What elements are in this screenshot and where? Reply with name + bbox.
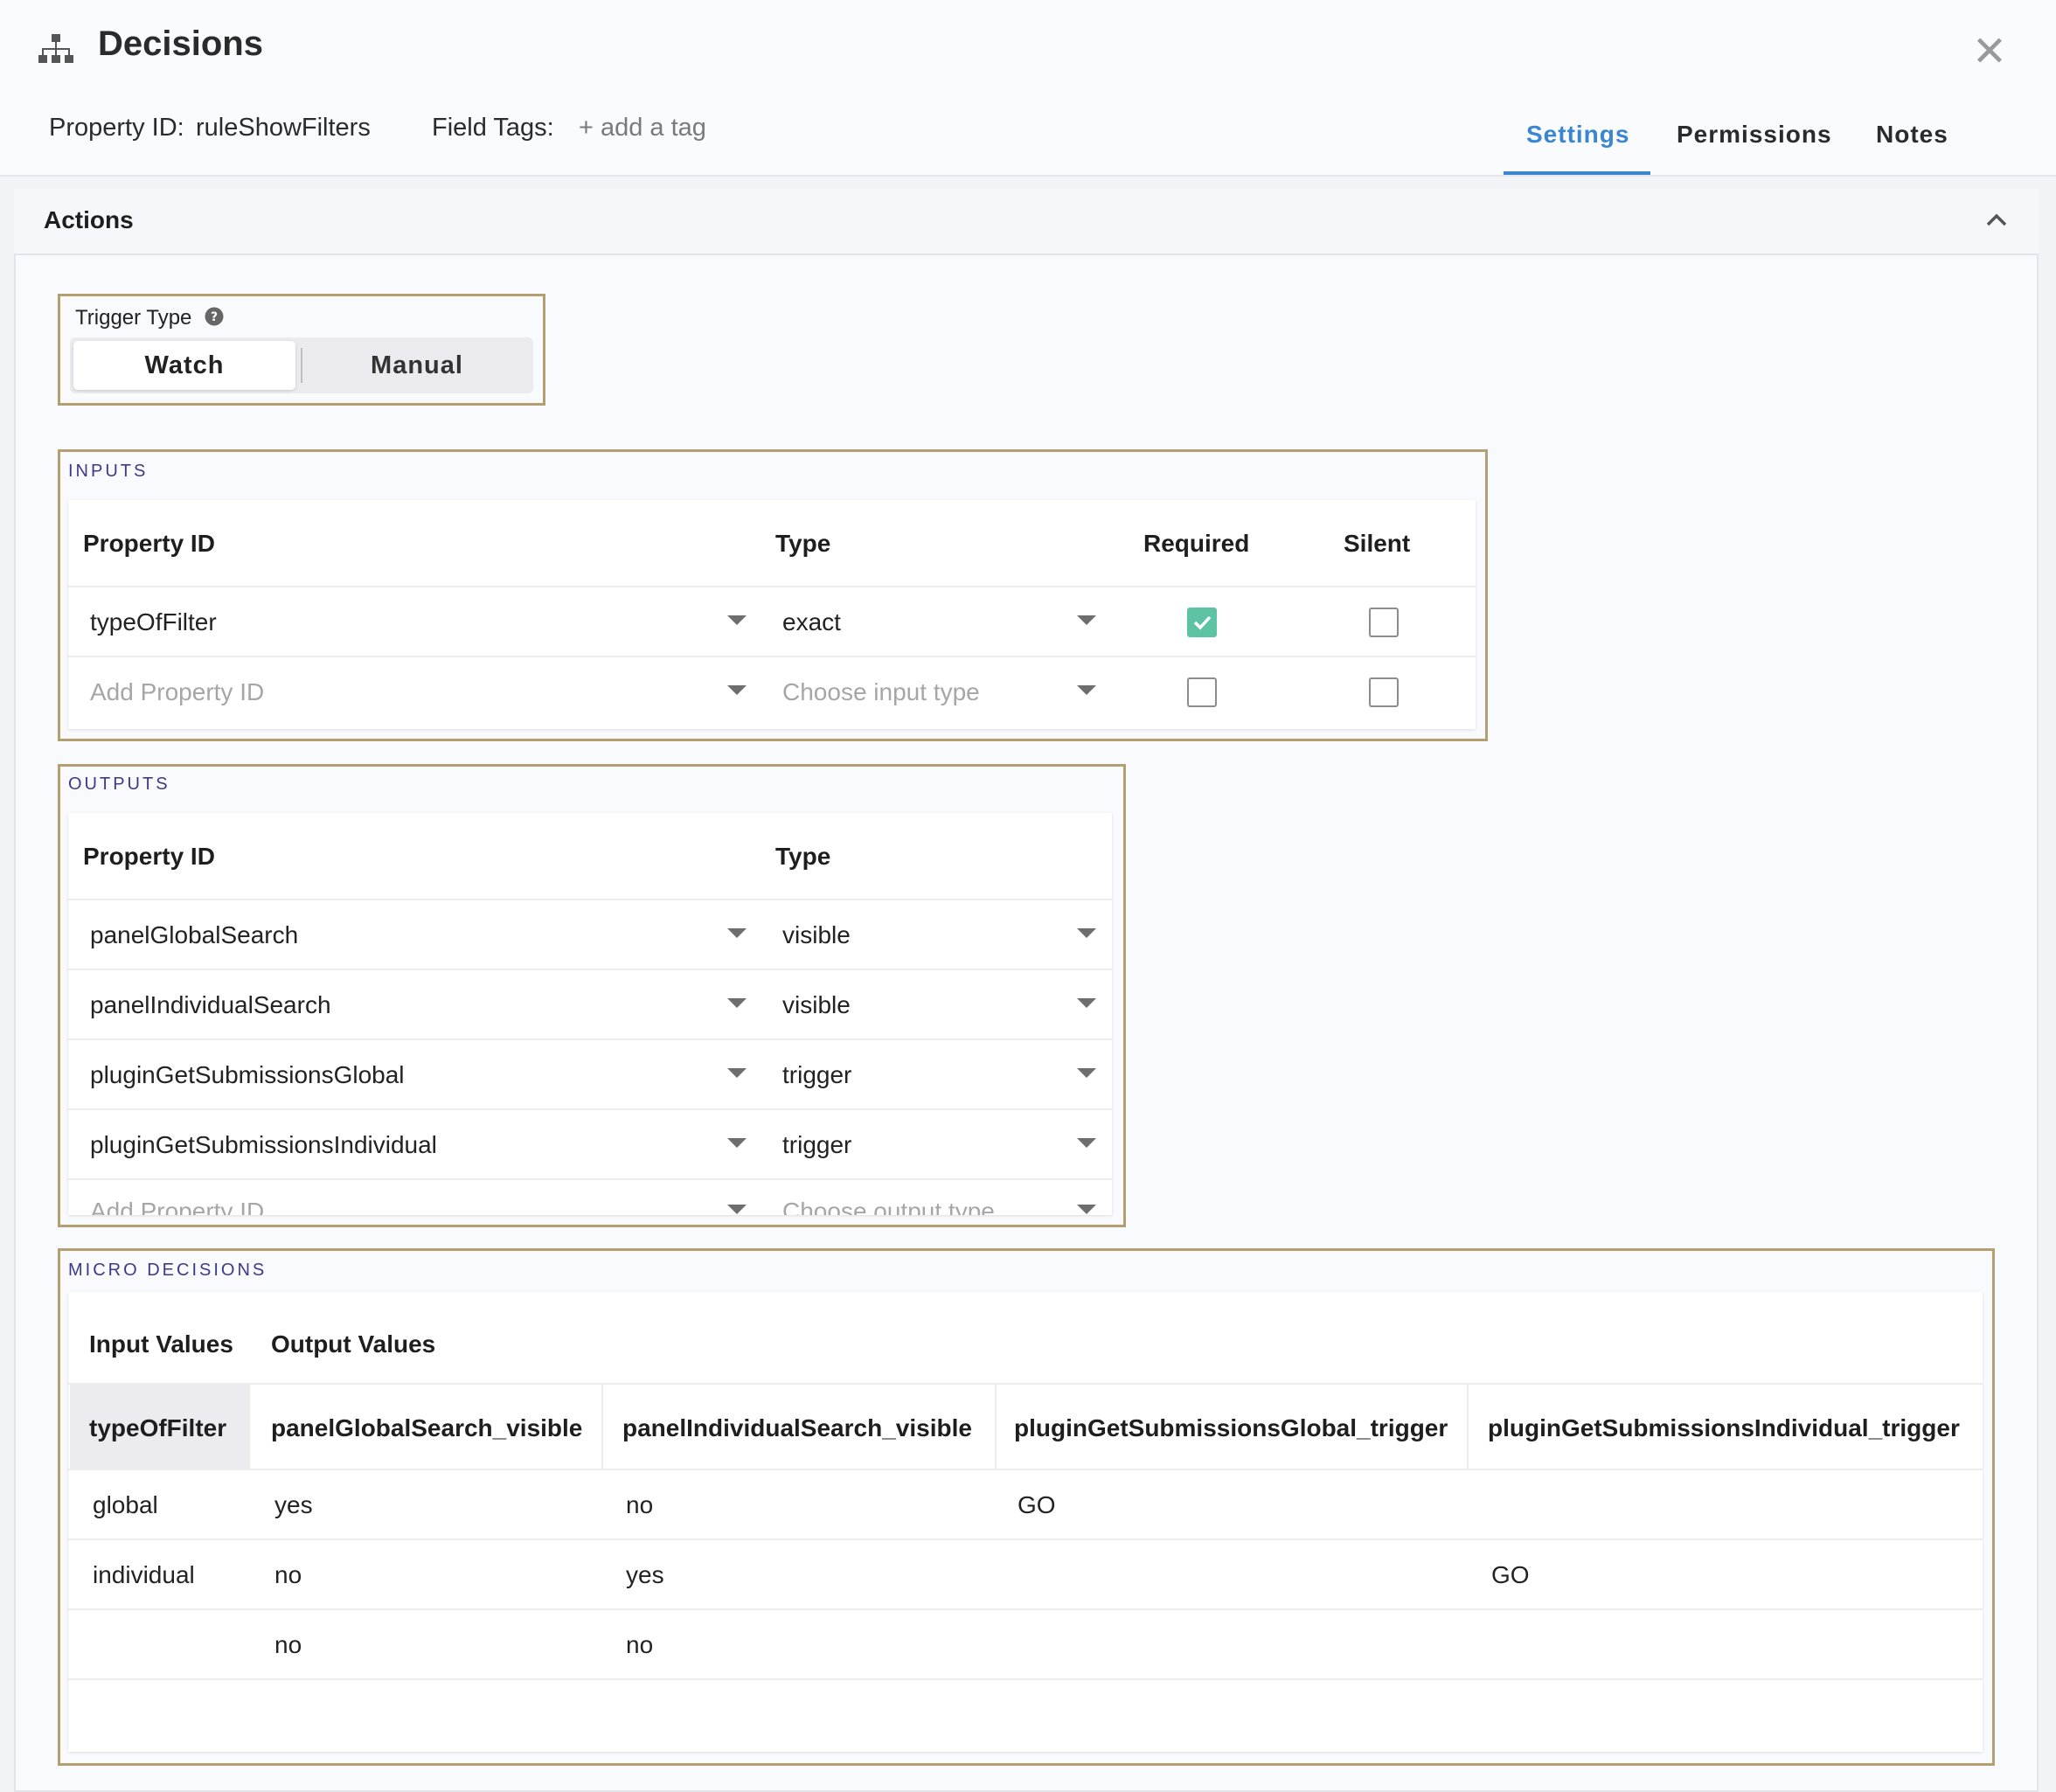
micro-cell[interactable]: yes (274, 1491, 313, 1519)
trigger-type-label: Trigger Type (75, 306, 192, 330)
dropdown-arrow-icon[interactable] (1077, 685, 1096, 695)
trigger-watch-button[interactable]: Watch (73, 341, 295, 390)
trigger-manual-button[interactable]: Manual (306, 341, 528, 390)
output-property-select[interactable]: pluginGetSubmissionsGlobal (90, 1061, 405, 1089)
inputs-col-required: Required (1143, 530, 1250, 557)
micro-cell[interactable]: no (274, 1561, 302, 1589)
page-title: Decisions (98, 24, 263, 63)
micro-cell[interactable]: no (626, 1491, 653, 1519)
column-divider (995, 1385, 997, 1469)
row-divider (68, 1678, 1983, 1680)
micro-decisions-section-label: MICRO DECISIONS (68, 1261, 267, 1280)
outputs-col-type: Type (775, 843, 831, 870)
add-output-property-select[interactable]: Add Property ID (90, 1198, 264, 1215)
sitemap-icon (38, 34, 73, 63)
silent-checkbox[interactable] (1369, 677, 1399, 707)
output-type-select[interactable]: visible (782, 921, 851, 949)
input-property-select[interactable]: typeOfFilter (90, 608, 217, 636)
row-divider (68, 1178, 1112, 1180)
micro-cell[interactable]: no (274, 1631, 302, 1659)
add-input-property-select[interactable]: Add Property ID (90, 678, 264, 706)
output-property-select[interactable]: pluginGetSubmissionsIndividual (90, 1131, 437, 1159)
micro-cell[interactable]: no (626, 1631, 653, 1659)
row-divider (68, 1038, 1112, 1040)
dropdown-arrow-icon[interactable] (727, 998, 747, 1008)
micro-cell[interactable]: GO (1018, 1491, 1056, 1519)
chevron-up-icon[interactable] (1983, 206, 2011, 234)
dropdown-arrow-icon[interactable] (727, 1068, 747, 1078)
dropdown-arrow-icon[interactable] (727, 928, 747, 938)
toggle-divider (301, 348, 302, 383)
row-divider (68, 1108, 1112, 1110)
inputs-col-type: Type (775, 530, 831, 557)
actions-panel-title: Actions (44, 206, 134, 233)
output-property-select[interactable]: panelIndividualSearch (90, 991, 331, 1019)
outputs-section-label: OUTPUTS (68, 774, 170, 794)
dropdown-arrow-icon[interactable] (727, 1205, 747, 1214)
dropdown-arrow-icon[interactable] (1077, 615, 1096, 625)
output-values-header: Output Values (271, 1330, 436, 1358)
inputs-col-silent: Silent (1344, 530, 1411, 557)
dropdown-arrow-icon[interactable] (1077, 1205, 1096, 1214)
add-output-type-select[interactable]: Choose output type (782, 1198, 995, 1215)
dropdown-arrow-icon[interactable] (1077, 1068, 1096, 1078)
dropdown-arrow-icon[interactable] (727, 685, 747, 695)
silent-checkbox[interactable] (1369, 608, 1399, 637)
tab-permissions[interactable]: Permissions (1677, 121, 1832, 149)
micro-col-header: pluginGetSubmissionsIndividual_trigger (1488, 1414, 1960, 1441)
property-id-value: ruleShowFilters (196, 114, 371, 142)
column-divider (601, 1385, 603, 1469)
dropdown-arrow-icon[interactable] (727, 615, 747, 625)
row-divider (68, 969, 1112, 970)
row-divider (68, 1608, 1983, 1610)
tab-settings[interactable]: Settings (1526, 121, 1629, 149)
row-divider (68, 1538, 1983, 1540)
output-type-select[interactable]: trigger (782, 1131, 851, 1159)
output-type-select[interactable]: trigger (782, 1061, 851, 1089)
check-icon (1193, 615, 1212, 630)
micro-cell[interactable]: global (93, 1491, 158, 1519)
inputs-section-label: INPUTS (68, 462, 149, 481)
micro-col-header: panelIndividualSearch_visible (622, 1414, 972, 1441)
dropdown-arrow-icon[interactable] (1077, 1138, 1096, 1148)
required-checkbox[interactable] (1187, 608, 1217, 637)
input-type-select[interactable]: exact (782, 608, 841, 636)
question-circle-icon[interactable]: ? (205, 307, 224, 326)
table-row (68, 587, 1476, 656)
micro-cell[interactable]: individual (93, 1561, 195, 1589)
micro-col-header: panelGlobalSearch_visible (271, 1414, 583, 1441)
close-icon[interactable]: ✕ (1969, 31, 2011, 75)
tab-notes[interactable]: Notes (1876, 121, 1948, 149)
micro-col-header: pluginGetSubmissionsGlobal_trigger (1014, 1414, 1448, 1441)
output-type-select[interactable]: visible (782, 991, 851, 1019)
output-property-select[interactable]: panelGlobalSearch (90, 921, 298, 949)
dropdown-arrow-icon[interactable] (1077, 928, 1096, 938)
add-input-type-select[interactable]: Choose input type (782, 678, 980, 706)
inputs-col-property-id: Property ID (83, 530, 215, 557)
outputs-col-property-id: Property ID (83, 843, 215, 870)
active-tab-indicator (1504, 171, 1650, 175)
svg-text:?: ? (211, 310, 218, 324)
row-divider (68, 656, 1476, 657)
micro-col-header: typeOfFilter (89, 1414, 227, 1441)
micro-cell[interactable]: yes (626, 1561, 664, 1589)
micro-cell[interactable]: GO (1491, 1561, 1530, 1589)
actions-panel-header[interactable] (14, 189, 2039, 255)
row-divider (68, 899, 1112, 900)
field-tags-label: Field Tags: (432, 114, 554, 142)
dialog-header (0, 0, 2056, 177)
required-checkbox[interactable] (1187, 677, 1217, 707)
input-values-header: Input Values (89, 1330, 233, 1358)
add-tag-link[interactable]: + add a tag (579, 114, 706, 142)
property-id-label: Property ID: (49, 114, 184, 142)
dropdown-arrow-icon[interactable] (727, 1138, 747, 1148)
column-divider (1467, 1385, 1469, 1469)
dropdown-arrow-icon[interactable] (1077, 998, 1096, 1008)
